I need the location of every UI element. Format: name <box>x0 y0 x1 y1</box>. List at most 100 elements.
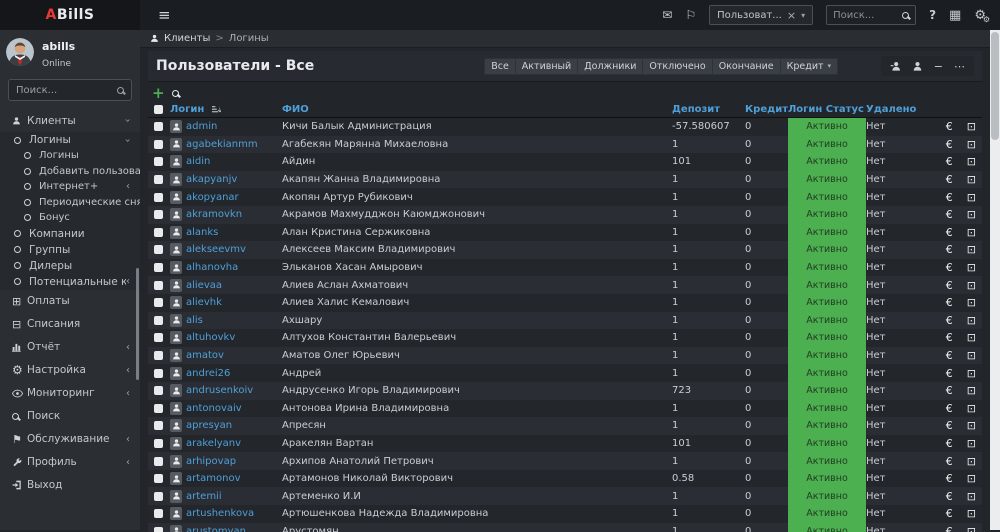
row-checkbox[interactable] <box>154 438 163 448</box>
row-checkbox[interactable] <box>154 386 163 396</box>
sidebar-item-мониторинг[interactable]: Мониторинг ‹ <box>0 382 140 405</box>
header-deleted[interactable]: Удалено <box>866 104 936 115</box>
square-dot-action-icon[interactable]: ⊡ <box>967 280 976 291</box>
row-checkbox[interactable] <box>154 210 163 220</box>
login-link[interactable]: alis <box>186 315 203 326</box>
square-dot-action-icon[interactable]: ⊡ <box>967 192 976 203</box>
square-dot-action-icon[interactable]: ⊡ <box>967 121 976 132</box>
filter-button-отключено[interactable]: Отключено <box>642 57 712 75</box>
login-link[interactable]: admin <box>186 121 217 132</box>
sort-icon[interactable] <box>212 105 222 114</box>
euro-action-icon[interactable]: € <box>946 174 953 185</box>
sidebar-item-периодические-снятия[interactable]: Периодические снятия <box>0 194 140 210</box>
search-icon[interactable] <box>117 86 124 94</box>
sidebar-item-логины[interactable]: Логины <box>0 148 140 164</box>
row-checkbox[interactable] <box>154 157 163 167</box>
select-all-checkbox[interactable] <box>154 104 163 114</box>
row-checkbox[interactable] <box>154 227 163 237</box>
login-link[interactable]: artemii <box>186 491 222 502</box>
sidebar-item-выход[interactable]: Выход <box>0 474 140 497</box>
row-checkbox[interactable] <box>154 175 163 185</box>
header-login-status[interactable]: Логин Статус <box>788 104 866 115</box>
collapse-icon[interactable]: − <box>934 61 943 72</box>
login-link[interactable]: alievaa <box>186 280 222 291</box>
sidebar-item-профиль[interactable]: Профиль ‹ <box>0 451 140 474</box>
row-checkbox[interactable] <box>154 351 163 361</box>
euro-action-icon[interactable]: € <box>946 244 953 255</box>
row-checkbox[interactable] <box>154 122 163 132</box>
user-icon[interactable] <box>912 61 923 72</box>
row-checkbox[interactable] <box>154 280 163 290</box>
row-checkbox[interactable] <box>154 421 163 431</box>
euro-action-icon[interactable]: € <box>946 508 953 519</box>
euro-action-icon[interactable]: € <box>946 403 953 414</box>
main-scrollbar[interactable] <box>990 30 1000 530</box>
sidebar-item-компании[interactable]: Компании <box>0 225 140 242</box>
sidebar-item-потенциальные-клиенты[interactable]: Потенциальные клиенты‹ <box>0 273 140 290</box>
login-link[interactable]: aidin <box>186 156 210 167</box>
sidebar-item-обслуживание[interactable]: ⚑ Обслуживание ‹ <box>0 428 140 451</box>
sidebar-item-логины[interactable]: Логины ‹ <box>0 132 140 148</box>
square-dot-action-icon[interactable]: ⊡ <box>967 508 976 519</box>
filter-button-должники[interactable]: Должники <box>577 57 643 75</box>
filter-button-все[interactable]: Все <box>484 57 515 75</box>
close-tab-icon[interactable]: × <box>787 9 796 22</box>
row-checkbox[interactable] <box>154 245 163 255</box>
euro-action-icon[interactable]: € <box>946 280 953 291</box>
envelope-icon[interactable]: ✉ <box>662 9 672 21</box>
help-icon[interactable]: ? <box>929 9 936 21</box>
grid-icon[interactable]: ▦ <box>949 9 961 22</box>
row-checkbox[interactable] <box>154 333 163 343</box>
square-dot-action-icon[interactable]: ⊡ <box>967 139 976 150</box>
row-checkbox[interactable] <box>154 474 163 484</box>
square-dot-action-icon[interactable]: ⊡ <box>967 332 976 343</box>
sidebar-item-отчёт[interactable]: Отчёт ‹ <box>0 336 140 359</box>
login-link[interactable]: alanks <box>186 227 218 238</box>
row-checkbox[interactable] <box>154 315 163 325</box>
row-checkbox[interactable] <box>154 526 163 532</box>
square-dot-action-icon[interactable]: ⊡ <box>967 456 976 467</box>
euro-action-icon[interactable]: € <box>946 526 953 532</box>
open-tab-chip[interactable]: Пользоват... × ▾ <box>709 5 814 25</box>
square-dot-action-icon[interactable]: ⊡ <box>967 491 976 502</box>
login-link[interactable]: akapyanjv <box>186 174 237 185</box>
row-checkbox[interactable] <box>154 368 163 378</box>
euro-action-icon[interactable]: € <box>946 139 953 150</box>
square-dot-action-icon[interactable]: ⊡ <box>967 368 976 379</box>
header-fio[interactable]: ФИО <box>282 104 672 115</box>
row-checkbox[interactable] <box>154 139 163 149</box>
search-icon[interactable] <box>902 11 910 19</box>
hamburger-icon[interactable]: ≡ <box>158 6 171 24</box>
sidebar-search-input[interactable] <box>16 84 113 96</box>
header-login[interactable]: Логин <box>170 104 282 115</box>
euro-action-icon[interactable]: € <box>946 473 953 484</box>
square-dot-action-icon[interactable]: ⊡ <box>967 473 976 484</box>
square-dot-action-icon[interactable]: ⊡ <box>967 350 976 361</box>
login-link[interactable]: andrusenkoiv <box>186 385 253 396</box>
topbar-search-input[interactable] <box>833 9 899 21</box>
search-icon[interactable] <box>171 89 179 97</box>
square-dot-action-icon[interactable]: ⊡ <box>967 262 976 273</box>
avatar[interactable] <box>6 38 34 66</box>
square-dot-action-icon[interactable]: ⊡ <box>967 385 976 396</box>
filter-button-окончание[interactable]: Окончание <box>711 57 780 75</box>
square-dot-action-icon[interactable]: ⊡ <box>967 403 976 414</box>
row-checkbox[interactable] <box>154 298 163 308</box>
user-export-icon[interactable] <box>890 61 901 72</box>
row-checkbox[interactable] <box>154 491 163 501</box>
square-dot-action-icon[interactable]: ⊡ <box>967 174 976 185</box>
sidebar-item-бонус[interactable]: Бонус <box>0 210 140 226</box>
login-link[interactable]: artushenkova <box>186 508 254 519</box>
row-checkbox[interactable] <box>154 263 163 273</box>
login-link[interactable]: artamonov <box>186 473 241 484</box>
login-link[interactable]: arhipovap <box>186 456 236 467</box>
euro-action-icon[interactable]: € <box>946 315 953 326</box>
sidebar-item-поиск[interactable]: Поиск <box>0 405 140 428</box>
breadcrumb-clients[interactable]: Клиенты <box>164 33 210 44</box>
sidebar-scrollbar-thumb[interactable] <box>136 268 139 380</box>
square-dot-action-icon[interactable]: ⊡ <box>967 420 976 431</box>
euro-action-icon[interactable]: € <box>946 350 953 361</box>
sidebar-item-настройка[interactable]: ⚙ Настройка ‹ <box>0 359 140 382</box>
chevron-down-icon[interactable]: ▾ <box>801 11 805 20</box>
header-credit[interactable]: Кредит <box>745 104 788 115</box>
